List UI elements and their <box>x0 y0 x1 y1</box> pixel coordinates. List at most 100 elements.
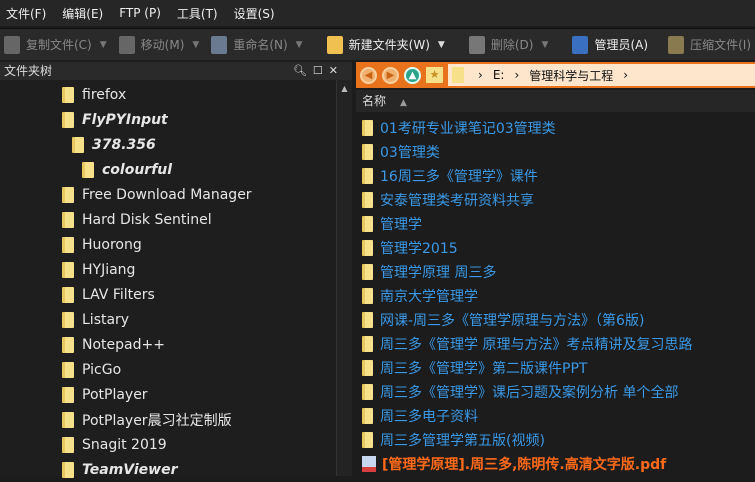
close-icon[interactable]: ✕ <box>329 64 344 77</box>
toolbar-button-label: 复制文件(C) <box>26 36 92 53</box>
menu-bar: 文件(F) 编辑(E) FTP (P) 工具(T) 设置(S) <box>0 0 755 26</box>
toolbar-button[interactable]: 压缩文件(I) <box>664 36 755 54</box>
file-name: 安泰管理类考研资料共享 <box>380 190 534 210</box>
toolbar-button[interactable]: 重命名(N) <box>207 36 291 54</box>
folder-icon <box>62 412 74 428</box>
tree-item[interactable]: TeamViewer <box>62 457 178 482</box>
file-row[interactable]: [管理学原理].周三多,陈明传.高清文字版.pdf <box>362 452 666 476</box>
menu-item[interactable]: 设置(S) <box>234 5 275 22</box>
scroll-up-icon[interactable]: ▲ <box>337 80 352 93</box>
file-row[interactable]: 网课-周三多《管理学原理与方法》（第6版) <box>362 308 644 332</box>
menu-item[interactable]: FTP (P) <box>119 6 161 20</box>
column-header-name[interactable]: 名称▲ <box>356 90 755 112</box>
tree-item-label: Huorong <box>82 237 142 253</box>
folder-icon <box>62 387 74 403</box>
folder-icon <box>62 187 74 203</box>
sort-ascending-icon: ▲ <box>400 98 407 108</box>
file-row[interactable]: 16周三多《管理学》课件 <box>362 164 538 188</box>
file-row[interactable]: 周三多管理学第五版(视频) <box>362 428 545 452</box>
move-icon <box>119 36 135 54</box>
forward-icon[interactable]: ▶ <box>382 67 399 84</box>
up-icon[interactable]: ▲ <box>404 67 421 84</box>
folder-icon <box>62 112 74 128</box>
tree-item[interactable]: PotPlayer晨习社定制版 <box>62 407 232 432</box>
dropdown-arrow-icon[interactable]: ▼ <box>100 40 107 50</box>
toolbar-button[interactable]: 删除(D) <box>465 36 538 54</box>
unpin-icon[interactable]: ☐ <box>313 64 329 77</box>
file-row[interactable]: 03管理类 <box>362 140 440 164</box>
folder-icon <box>62 337 74 353</box>
tree-item[interactable]: LAV Filters <box>62 282 155 307</box>
folder-icon <box>62 237 74 253</box>
tree-item[interactable]: 378.356 <box>72 132 156 157</box>
search-icon[interactable]: 🔍︎ <box>293 64 313 77</box>
dropdown-arrow-icon[interactable]: ▼ <box>541 40 548 50</box>
tree-item[interactable]: Free Download Manager <box>62 182 252 207</box>
dropdown-arrow-icon[interactable]: ▼ <box>438 40 445 50</box>
menu-item[interactable]: 工具(T) <box>177 5 218 22</box>
file-name: 管理学2015 <box>380 238 458 258</box>
tree-item[interactable]: Hard Disk Sentinel <box>62 207 212 232</box>
folder-icon <box>362 288 373 304</box>
file-row[interactable]: 管理学2015 <box>362 236 458 260</box>
file-list: 01考研专业课笔记03管理类03管理类16周三多《管理学》课件安泰管理类考研资料… <box>356 114 755 476</box>
tree-item[interactable]: Notepad++ <box>62 332 165 357</box>
tree-item[interactable]: Huorong <box>62 232 142 257</box>
file-name: 周三多管理学第五版(视频) <box>380 430 545 450</box>
tree-item[interactable]: FlyPYInput <box>62 107 168 132</box>
toolbar-button[interactable]: 管理员(A) <box>568 36 652 54</box>
tree-item-label: FlyPYInput <box>82 112 168 128</box>
tree-item[interactable]: PotPlayer <box>62 382 148 407</box>
file-name: [管理学原理].周三多,陈明传.高清文字版.pdf <box>382 454 666 474</box>
folder-icon <box>62 312 74 328</box>
menu-item[interactable]: 文件(F) <box>6 5 46 22</box>
toolbar-button[interactable]: 移动(M) <box>115 36 189 54</box>
breadcrumb-drive[interactable]: E: <box>493 68 505 82</box>
folder-icon <box>362 240 373 256</box>
tree-item[interactable]: PicGo <box>62 357 121 382</box>
address-bar[interactable]: › E: › 管理科学与工程 › <box>448 64 755 86</box>
dropdown-arrow-icon[interactable]: ▼ <box>192 40 199 50</box>
file-name: 周三多《管理学 原理与方法》考点精讲及复习思路 <box>380 334 692 354</box>
file-row[interactable]: 管理学原理 周三多 <box>362 260 496 284</box>
copy-icon <box>4 36 20 54</box>
folder-icon <box>82 162 94 178</box>
tree-item[interactable]: firefox <box>62 82 126 107</box>
tree-item-label: Hard Disk Sentinel <box>82 212 212 228</box>
file-name: 管理学原理 周三多 <box>380 262 496 282</box>
file-row[interactable]: 周三多《管理学》第二版课件PPT <box>362 356 587 380</box>
tree-item-label: PicGo <box>82 362 121 378</box>
tree-scrollbar[interactable]: ▲ <box>336 80 352 476</box>
toolbar-button-label: 删除(D) <box>491 36 534 53</box>
tree-item-label: Free Download Manager <box>82 187 252 203</box>
file-name: 周三多电子资料 <box>380 406 478 426</box>
file-row[interactable]: 管理学 <box>362 212 422 236</box>
dropdown-arrow-icon[interactable]: ▼ <box>296 40 303 50</box>
toolbar: 复制文件(C)▼移动(M)▼重命名(N)▼新建文件夹(W)▼删除(D)▼管理员(… <box>0 28 755 60</box>
tree-item[interactable]: colourful <box>82 157 172 182</box>
file-row[interactable]: 安泰管理类考研资料共享 <box>362 188 534 212</box>
breadcrumb-folder[interactable]: 管理科学与工程 <box>529 67 613 84</box>
file-row[interactable]: 周三多电子资料 <box>362 404 478 428</box>
admin-icon <box>572 36 588 54</box>
file-name: 周三多《管理学》第二版课件PPT <box>380 358 587 378</box>
file-row[interactable]: 周三多《管理学》课后习题及案例分析 单个全部 <box>362 380 678 404</box>
folder-icon <box>362 168 373 184</box>
folder-icon <box>362 408 373 424</box>
toolbar-button[interactable]: 新建文件夹(W) <box>323 36 434 54</box>
tree-item[interactable]: Snagit 2019 <box>62 432 167 457</box>
tree-item[interactable]: HYJiang <box>62 257 135 282</box>
favorites-icon[interactable]: ★ <box>426 67 443 83</box>
toolbar-button-label: 重命名(N) <box>233 36 287 53</box>
file-row[interactable]: 周三多《管理学 原理与方法》考点精讲及复习思路 <box>362 332 692 356</box>
compress-icon <box>668 36 684 54</box>
tree-item-label: LAV Filters <box>82 287 155 303</box>
file-row[interactable]: 南京大学管理学 <box>362 284 478 308</box>
file-row[interactable]: 01考研专业课笔记03管理类 <box>362 116 556 140</box>
folder-icon <box>362 216 373 232</box>
toolbar-button-label: 管理员(A) <box>594 36 648 53</box>
back-icon[interactable]: ◀ <box>360 67 377 84</box>
tree-item[interactable]: Listary <box>62 307 129 332</box>
menu-item[interactable]: 编辑(E) <box>62 5 103 22</box>
toolbar-button[interactable]: 复制文件(C) <box>0 36 96 54</box>
